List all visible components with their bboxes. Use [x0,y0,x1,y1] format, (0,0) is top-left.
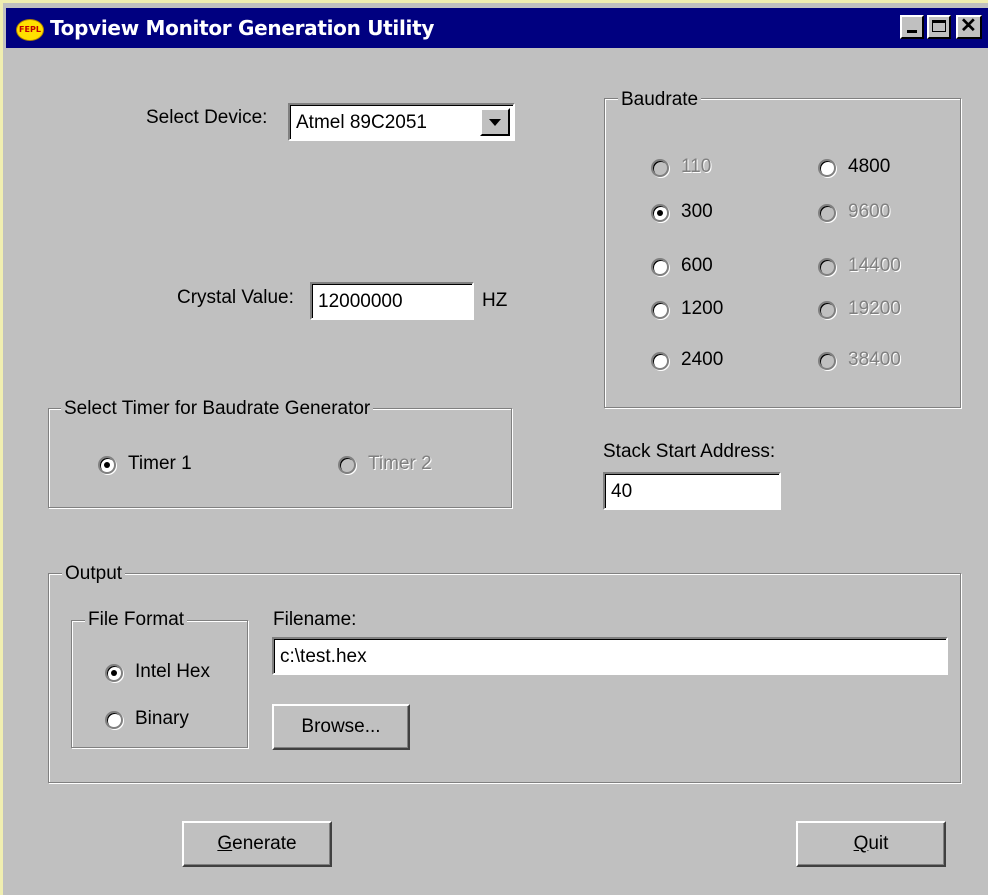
minimize-icon [907,30,917,33]
radio-label: 1200 [681,298,724,319]
dropdown-button[interactable] [480,108,510,136]
select-device-label: Select Device: [146,107,268,128]
file-format-option-intel-hex[interactable]: Intel Hex [105,660,235,686]
device-dropdown[interactable]: Atmel 89C2051 [288,103,515,141]
radio-label: 38400 [848,349,901,370]
radio-label: 19200 [848,298,901,319]
timer-group-legend: Select Timer for Baudrate Generator [61,398,374,420]
radio-label: 600 [681,255,713,276]
baudrate-option-9600: 9600 [818,200,928,226]
browse-button[interactable]: Browse... [272,704,410,750]
radio-label: 2400 [681,349,724,370]
radio-selected-dot [111,670,117,676]
baudrate-option-4800[interactable]: 4800 [818,155,928,181]
baudrate-option-600[interactable]: 600 [651,254,761,280]
crystal-value-input[interactable]: 12000000 [310,282,474,320]
radio-label: 14400 [848,255,901,276]
radio-selected-dot [657,210,663,216]
radio-button-icon[interactable] [651,204,669,222]
close-button[interactable]: ✕ [956,15,982,39]
radio-selected-dot [104,462,110,468]
filename-label: Filename: [273,609,357,630]
radio-button-icon[interactable] [105,711,123,729]
timer-option-timer-1[interactable]: Timer 1 [98,452,218,478]
app-logo-icon: FEPL [16,19,44,41]
timer-option-timer-2: Timer 2 [338,452,458,478]
radio-label: 300 [681,201,713,222]
radio-button-icon [818,204,836,222]
file-format-legend: File Format [85,609,188,631]
stack-address-input[interactable]: 40 [603,472,781,510]
quit-button[interactable]: Quit [796,821,946,867]
radio-button-icon[interactable] [105,664,123,682]
baudrate-group-legend: Baudrate [618,89,702,111]
crystal-unit-label: HZ [482,290,508,311]
device-value: Atmel 89C2051 [296,112,427,133]
radio-label: 9600 [848,201,891,222]
minimize-button[interactable] [900,15,924,39]
crystal-value-label: Crystal Value: [177,287,294,308]
radio-label: Binary [135,708,189,729]
baudrate-option-300[interactable]: 300 [651,200,761,226]
radio-button-icon[interactable] [651,352,669,370]
file-format-option-binary[interactable]: Binary [105,707,235,733]
baudrate-option-2400[interactable]: 2400 [651,348,761,374]
radio-label: 4800 [848,156,891,177]
window-title: Topview Monitor Generation Utility [50,16,435,40]
crystal-value-text: 12000000 [318,291,403,312]
quit-mnemonic: Q [853,833,869,854]
generate-label: enerate [232,833,297,854]
generate-mnemonic: G [217,833,233,854]
baudrate-option-14400: 14400 [818,254,928,280]
baudrate-option-38400: 38400 [818,348,928,374]
radio-button-icon[interactable] [651,301,669,319]
output-group-legend: Output [62,563,126,585]
radio-label: Intel Hex [135,661,210,682]
radio-button-icon [651,159,669,177]
baudrate-option-1200[interactable]: 1200 [651,297,761,323]
baudrate-option-110: 110 [651,155,761,181]
radio-button-icon[interactable] [98,456,116,474]
radio-label: Timer 2 [368,453,432,474]
close-icon: ✕ [960,15,977,37]
radio-button-icon [818,258,836,276]
filename-input[interactable]: c:\test.hex [272,637,948,675]
radio-button-icon [338,456,356,474]
stack-address-text: 40 [611,481,633,502]
radio-label: Timer 1 [128,453,192,474]
stack-address-label: Stack Start Address: [603,441,776,462]
radio-button-icon[interactable] [651,258,669,276]
chevron-down-icon [489,119,501,126]
maximize-button[interactable] [927,15,951,39]
generate-button[interactable]: Generate [182,821,332,867]
radio-button-icon [818,352,836,370]
radio-button-icon [818,301,836,319]
radio-button-icon[interactable] [818,159,836,177]
filename-text: c:\test.hex [280,646,367,667]
baudrate-option-19200: 19200 [818,297,928,323]
radio-label: 110 [681,156,712,177]
quit-label: uit [868,833,889,854]
title-bar[interactable]: FEPL Topview Monitor Generation Utility … [6,8,988,48]
maximize-icon [932,20,946,32]
